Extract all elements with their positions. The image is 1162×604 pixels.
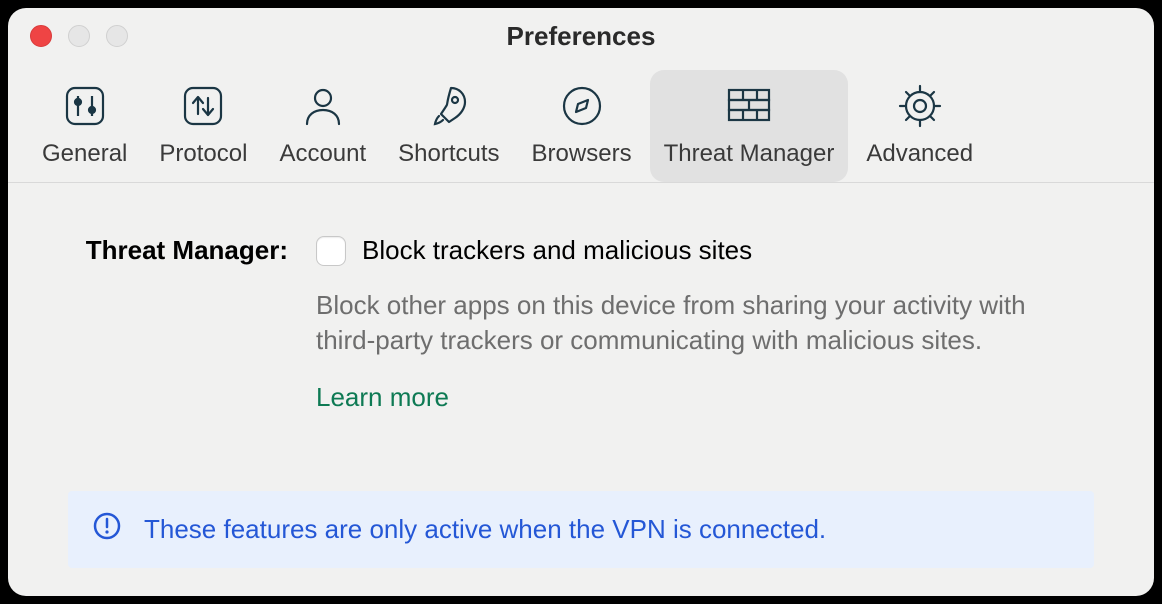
tab-advanced[interactable]: Advanced xyxy=(852,70,987,182)
tab-label: General xyxy=(42,140,127,168)
block-trackers-row: Block trackers and malicious sites xyxy=(316,235,1094,266)
tab-shortcuts[interactable]: Shortcuts xyxy=(384,70,513,182)
tab-label: Browsers xyxy=(532,140,632,168)
vpn-required-banner: These features are only active when the … xyxy=(68,491,1094,568)
tab-threat-manager[interactable]: Threat Manager xyxy=(650,70,849,182)
traffic-lights xyxy=(30,25,128,47)
person-icon xyxy=(299,80,347,132)
vpn-required-text: These features are only active when the … xyxy=(144,514,826,545)
sliders-icon xyxy=(61,80,109,132)
gear-icon xyxy=(896,80,944,132)
block-trackers-label: Block trackers and malicious sites xyxy=(362,235,752,266)
tab-browsers[interactable]: Browsers xyxy=(518,70,646,182)
block-trackers-description: Block other apps on this device from sha… xyxy=(316,288,1046,358)
rocket-icon xyxy=(425,80,473,132)
tab-label: Account xyxy=(279,140,366,168)
compass-icon xyxy=(558,80,606,132)
threat-manager-setting: Threat Manager: Block trackers and malic… xyxy=(68,235,1094,413)
preference-tabs: General Protocol Account xyxy=(8,64,1154,183)
titlebar: Preferences xyxy=(8,8,1154,64)
learn-more-link[interactable]: Learn more xyxy=(316,382,1094,413)
tab-general[interactable]: General xyxy=(28,70,141,182)
setting-section-label: Threat Manager: xyxy=(68,235,288,266)
preferences-window: Preferences General xyxy=(8,8,1154,596)
zoom-window-button[interactable] xyxy=(106,25,128,47)
tab-label: Protocol xyxy=(159,140,247,168)
tab-protocol[interactable]: Protocol xyxy=(145,70,261,182)
tab-label: Advanced xyxy=(866,140,973,168)
window-title: Preferences xyxy=(507,21,656,52)
tab-account[interactable]: Account xyxy=(265,70,380,182)
threat-manager-pane: Threat Manager: Block trackers and malic… xyxy=(8,183,1154,596)
info-icon xyxy=(92,511,122,548)
tab-label: Shortcuts xyxy=(398,140,499,168)
close-window-button[interactable] xyxy=(30,25,52,47)
protocol-icon xyxy=(179,80,227,132)
minimize-window-button[interactable] xyxy=(68,25,90,47)
firewall-icon xyxy=(723,80,775,132)
setting-body: Block trackers and malicious sites Block… xyxy=(316,235,1094,413)
block-trackers-checkbox[interactable] xyxy=(316,236,346,266)
tab-label: Threat Manager xyxy=(664,140,835,168)
